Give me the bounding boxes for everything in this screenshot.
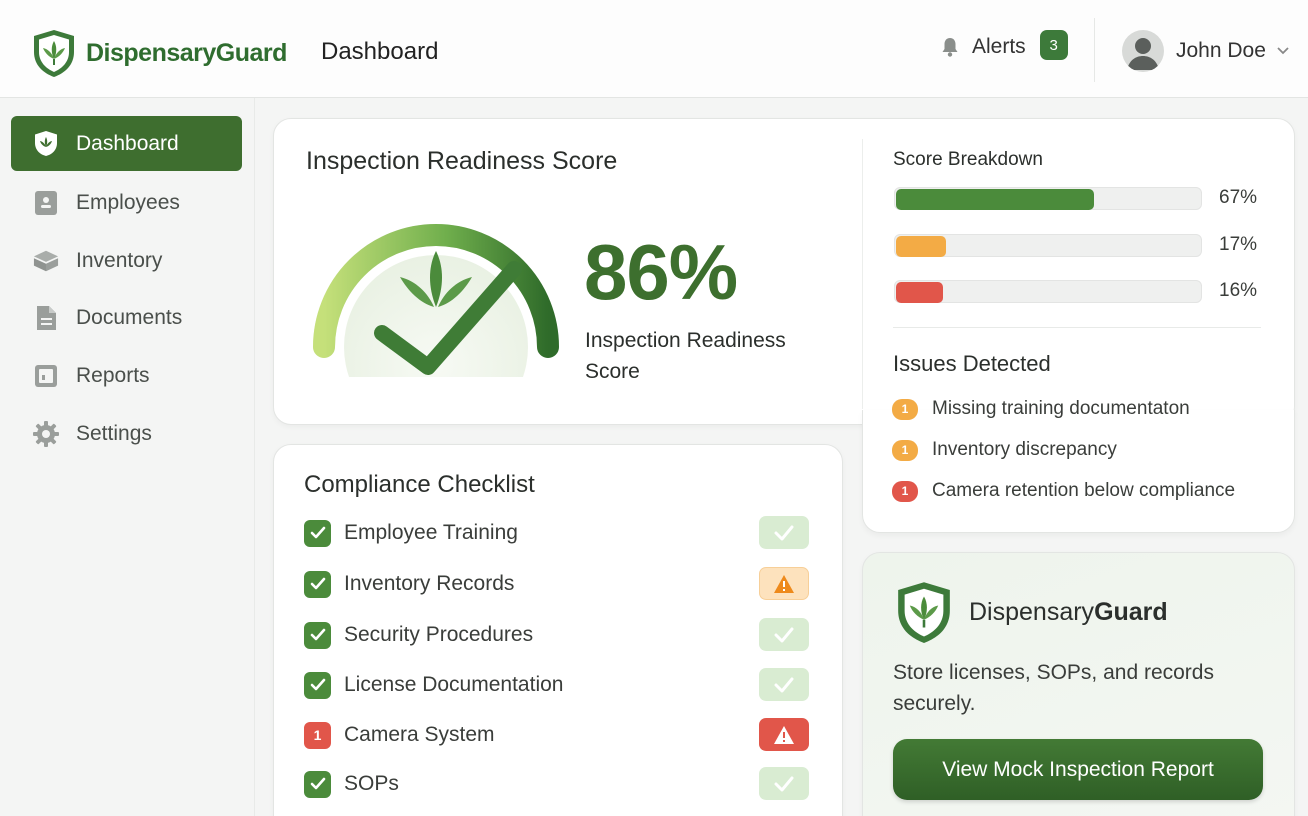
alerts-button[interactable]: Alerts 3 (938, 30, 1068, 60)
status-warning-icon (759, 567, 809, 600)
checklist-item-license-documentation[interactable]: License Documentation (304, 668, 809, 702)
issue-count-badge: 1 (892, 439, 918, 461)
breakdown-bar-row: 67% (894, 187, 1264, 211)
progress-fill (896, 282, 943, 303)
checkbox-checked-icon (304, 570, 331, 598)
brand-name: DispensaryGuard (86, 38, 287, 67)
page-title: Dashboard (321, 38, 439, 65)
checkbox-checked-icon (304, 770, 331, 798)
shield-leaf-icon (33, 131, 59, 157)
brand-regular: Dispensary (969, 597, 1095, 626)
checklist-item-label: License Documentation (344, 673, 564, 696)
promo-brand-name: DispensaryGuard (969, 598, 1168, 627)
alerts-label: Alerts (972, 35, 1026, 58)
checklist-item-inventory-records[interactable]: Inventory Records (304, 567, 809, 601)
readiness-gauge (313, 224, 559, 377)
promo-text: Store licenses, SOPs, and records secure… (893, 661, 1214, 715)
brand-logo[interactable]: DispensaryGuard (30, 28, 287, 78)
inspection-score-card: Inspection Readiness Score 86% Inspectio… (273, 118, 1295, 425)
issue-count-badge: 1 (892, 480, 918, 502)
card-divider (862, 139, 863, 409)
brand-bold: Guard (1094, 597, 1168, 626)
issue-count-badge: 1 (892, 398, 918, 420)
checkbox-checked-icon (304, 519, 331, 547)
alerts-count-badge: 3 (1039, 30, 1068, 60)
breakdown-percent: 67% (1219, 187, 1258, 208)
sidebar-item-label: Employees (76, 190, 180, 214)
promo-card: DispensaryGuard Store licenses, SOPs, an… (862, 552, 1295, 816)
issue-item[interactable]: 1 Camera retention below compliance (892, 480, 1235, 502)
checkbox-checked-icon (304, 621, 331, 649)
sidebar-item-label: Settings (76, 421, 152, 445)
sidebar-item-employees[interactable]: Employees (11, 175, 242, 230)
shield-leaf-icon (34, 30, 74, 77)
checkbox-checked-icon (304, 671, 331, 699)
score-breakdown-title: Score Breakdown (893, 149, 1043, 170)
user-avatar-icon (1127, 38, 1159, 70)
compliance-checklist-card: Compliance Checklist Employee Training I… (273, 444, 843, 816)
checklist-item-label: SOPs (344, 772, 399, 795)
user-menu[interactable]: John Doe (1122, 30, 1290, 72)
checklist-item-label: Camera System (344, 723, 495, 746)
report-icon (33, 363, 59, 389)
avatar (1122, 30, 1164, 72)
checklist-item-label: Security Procedures (344, 623, 534, 646)
document-icon (33, 305, 59, 331)
progress-track (894, 234, 1202, 257)
top-header: DispensaryGuard Dashboard Alerts 3 John … (0, 0, 1308, 98)
checklist-item-label: Inventory Records (344, 572, 515, 595)
status-ok-icon (759, 618, 809, 651)
issues-panel (862, 410, 1295, 533)
issue-text: Inventory discrepancy (932, 439, 1117, 460)
breakdown-percent: 16% (1219, 280, 1258, 301)
user-name: John Doe (1176, 39, 1266, 62)
employee-icon (33, 190, 59, 216)
progress-track (894, 187, 1202, 210)
bell-icon (942, 38, 958, 57)
sidebar-item-label: Dashboard (76, 131, 179, 155)
sidebar: Dashboard Employees Inventory Documents … (0, 98, 255, 816)
sidebar-item-label: Inventory (76, 248, 163, 272)
score-card-title: Inspection Readiness Score (306, 147, 618, 175)
divider (893, 327, 1261, 328)
sidebar-item-label: Documents (76, 305, 183, 329)
gear-icon (33, 420, 59, 447)
breakdown-bar-row: 16% (894, 280, 1264, 304)
sidebar-item-dashboard[interactable]: Dashboard (11, 116, 242, 171)
status-ok-icon (759, 668, 809, 701)
checklist-item-employee-training[interactable]: Employee Training (304, 516, 809, 550)
issue-item[interactable]: 1 Inventory discrepancy (892, 439, 1117, 461)
alert-count-badge: 1 (304, 721, 331, 749)
issue-text: Missing training documentaton (932, 398, 1190, 419)
breakdown-bar-row: 17% (894, 234, 1264, 258)
issue-text: Camera retention below compliance (932, 480, 1236, 501)
issue-item[interactable]: 1 Missing training documentaton (892, 398, 1190, 420)
box-icon (33, 248, 59, 274)
status-ok-icon (759, 767, 809, 800)
checklist-item-label: Employee Training (344, 521, 518, 544)
sidebar-item-documents[interactable]: Documents (11, 290, 242, 345)
checklist-item-camera-system[interactable]: 1 Camera System (304, 718, 809, 752)
sidebar-item-inventory[interactable]: Inventory (11, 233, 242, 288)
chevron-down-icon (1277, 47, 1289, 55)
score-label: Inspection Readiness Score (585, 329, 786, 383)
checklist-item-security-procedures[interactable]: Security Procedures (304, 618, 809, 652)
shield-leaf-icon (898, 582, 950, 643)
sidebar-item-settings[interactable]: Settings (11, 406, 242, 461)
progress-track (894, 280, 1202, 303)
breakdown-percent: 17% (1219, 234, 1258, 255)
promo-brand: DispensaryGuard (893, 579, 1168, 645)
progress-fill (896, 189, 1094, 210)
checklist-title: Compliance Checklist (304, 471, 535, 498)
issues-title: Issues Detected (893, 351, 1051, 376)
status-ok-icon (759, 516, 809, 549)
sidebar-item-label: Reports (76, 363, 150, 387)
status-alert-icon (759, 718, 809, 751)
view-mock-inspection-report-button[interactable]: View Mock Inspection Report (893, 739, 1263, 800)
progress-fill (896, 236, 946, 257)
checklist-item-sops[interactable]: SOPs (304, 767, 809, 801)
sidebar-item-reports[interactable]: Reports (11, 348, 242, 403)
header-divider (1094, 18, 1095, 82)
score-value: 86% (584, 228, 738, 316)
